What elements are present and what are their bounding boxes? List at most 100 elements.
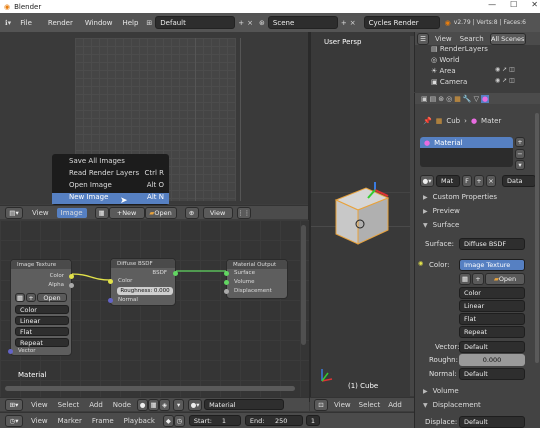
scene-tab-icon[interactable]: ⊛ <box>438 95 444 103</box>
editor-type-node-icon[interactable]: ⊞▾ <box>5 398 23 411</box>
node-horizontal-scrollbar[interactable] <box>5 386 295 391</box>
panel-custom-properties[interactable]: ▶ Custom Properties <box>423 193 497 201</box>
image-browse-icon[interactable]: ▦ <box>15 293 25 302</box>
modifier-tab-icon[interactable]: 🔧 <box>463 95 472 103</box>
view-mode-select[interactable]: View <box>202 206 233 219</box>
roughness-slider[interactable]: 0.000 <box>459 354 525 366</box>
panel-preview[interactable]: ▶ Preview <box>423 207 460 215</box>
material-name-field[interactable]: Material <box>204 399 285 410</box>
pin-icon[interactable]: ⊕ <box>184 206 199 219</box>
menu-item-new-image[interactable]: New Image Alt N <box>52 193 169 204</box>
displace-select[interactable]: Default <box>459 416 525 428</box>
texture-type-icon[interactable]: ▦ <box>148 398 160 411</box>
material-output-header[interactable]: Material Output <box>227 260 287 269</box>
snap-icon[interactable]: ⋮⋮ <box>236 206 251 219</box>
data-tab-icon[interactable]: ▽ <box>474 95 479 103</box>
editor-type-timeline-icon[interactable]: ◷▾ <box>5 414 23 427</box>
bsdf-output-socket[interactable] <box>173 271 178 276</box>
menu-item-read-render-layers[interactable]: Read Render Layers Ctrl R <box>52 169 169 180</box>
diffuse-bsdf-node[interactable]: Diffuse BSDF BSDF Color Roughness: 0.000… <box>108 258 178 306</box>
node-vertical-scrollbar[interactable] <box>301 225 306 345</box>
editor-type-outliner-icon[interactable]: ☰ <box>417 32 429 45</box>
scene-add-icon[interactable]: + <box>341 19 347 27</box>
pin-breadcrumb-icon[interactable]: 📌 <box>423 117 432 125</box>
slot-remove-button[interactable]: − <box>515 149 525 159</box>
panel-displacement[interactable]: ▼ Displacement <box>423 401 481 409</box>
timeline-menu-playback[interactable]: Playback <box>124 417 155 425</box>
node-menu-add[interactable]: Add <box>89 401 103 409</box>
node-extension-select[interactable]: Repeat <box>15 338 69 347</box>
prop-extension-select[interactable]: Repeat <box>459 326 525 338</box>
cube-object[interactable] <box>330 182 392 252</box>
end-frame-field[interactable]: End: 250 <box>244 415 303 426</box>
keyframe-icon[interactable]: ◆ <box>162 414 174 427</box>
diffuse-node-header[interactable]: Diffuse BSDF <box>111 259 175 268</box>
node-projection-select[interactable]: Flat <box>15 327 69 336</box>
viewport-menu-view[interactable]: View <box>334 401 351 409</box>
panel-volume[interactable]: ▶ Volume <box>423 387 459 395</box>
material-name-input[interactable]: Mat <box>436 175 460 187</box>
outliner-menu-search[interactable]: Search <box>460 35 484 43</box>
roughness-field[interactable]: Roughness: 0.000 <box>117 287 173 295</box>
layout-select[interactable]: Default <box>155 16 236 29</box>
surface-input-socket[interactable] <box>224 271 229 276</box>
menu-item-open-image[interactable]: Open Image Alt O <box>52 181 169 192</box>
material-slot-list[interactable]: ● Material <box>420 137 513 167</box>
viewport-menu-select[interactable]: Select <box>359 401 381 409</box>
prop-image-open-button[interactable]: ▰ Open <box>485 273 525 285</box>
minimize-button[interactable]: — <box>488 0 496 9</box>
scene-select[interactable]: Scene <box>267 16 338 29</box>
start-frame-field[interactable]: Start: 1 <box>188 415 241 426</box>
new-image-button[interactable]: + New <box>108 206 145 219</box>
outliner-display-mode[interactable]: All Scenes <box>489 32 526 45</box>
image-open-button[interactable]: Open <box>37 293 67 302</box>
outliner-item-camera[interactable]: ▣ Camera <box>431 78 467 86</box>
preview-range-icon[interactable]: ◷ <box>173 414 185 427</box>
material-slot-selected[interactable]: ● Material <box>420 137 513 148</box>
node-interpolation-select[interactable]: Linear <box>15 316 69 325</box>
3d-viewport[interactable]: User Persp (1) Cube <box>310 32 414 397</box>
outliner-item-renderlayers[interactable]: ▤ RenderLayers <box>431 45 488 53</box>
layout-close-icon[interactable]: × <box>247 19 253 27</box>
prop-projection-select[interactable]: Flat <box>459 313 525 325</box>
world-tab-icon[interactable]: ◎ <box>446 95 452 103</box>
prop-color-space-select[interactable]: Color <box>459 287 525 299</box>
surface-shader-select[interactable]: Diffuse BSDF <box>459 238 525 250</box>
outliner-item-area[interactable]: ☀ Area <box>431 67 456 75</box>
shader-type-icon[interactable]: ● <box>137 398 149 411</box>
material-browse-icon[interactable]: ●▾ <box>188 398 203 411</box>
timeline-menu-marker[interactable]: Marker <box>58 417 82 425</box>
menu-image[interactable]: Image <box>56 207 87 218</box>
menu-window[interactable]: Window <box>85 19 113 27</box>
editor-type-icon[interactable]: ℹ▾ <box>5 19 11 27</box>
prop-image-browse-icon[interactable]: ▦ <box>459 273 471 285</box>
slot-add-button[interactable]: + <box>515 137 525 147</box>
outliner[interactable]: ☰ View Search All Scenes ▤ RenderLayers … <box>414 32 540 92</box>
image-texture-node[interactable]: Image Texture Color Alpha ▦ + Open Color… <box>8 259 74 356</box>
object-tab-icon[interactable]: ▦ <box>454 95 461 103</box>
material-output-node[interactable]: Material Output Surface Volume Displacem… <box>224 259 288 299</box>
scene-icon[interactable]: ⊛ <box>259 19 265 27</box>
layout-icon[interactable]: ⊞ <box>146 19 152 27</box>
menu-file[interactable]: File <box>20 19 32 27</box>
panel-surface[interactable]: ▼ Surface <box>423 221 459 229</box>
normal-select[interactable]: Default <box>459 368 525 380</box>
node-color-space-select[interactable]: Color <box>15 305 69 314</box>
slot-specials-button[interactable]: ▾ <box>515 160 525 170</box>
current-frame-field[interactable]: 1 <box>305 415 320 426</box>
timeline-menu-view[interactable]: View <box>31 417 48 425</box>
menu-item-save-all[interactable]: Save All Images <box>52 157 169 168</box>
material-add-icon[interactable]: + <box>474 175 484 187</box>
compositing-type-icon[interactable]: ◈ <box>159 398 171 411</box>
output-alpha-socket[interactable] <box>69 283 74 288</box>
node-editor[interactable]: Image Texture Color Alpha ▦ + Open Color… <box>0 220 309 397</box>
properties-editor[interactable]: ▣ ▤ ⊛ ◎ ▦ 🔧 ▽ ● 📌 ▦ Cub › ● Mater ● Mater… <box>414 93 540 428</box>
output-color-socket[interactable] <box>69 274 74 279</box>
color-input-select[interactable]: Image Texture <box>459 259 525 271</box>
input-vector-socket[interactable] <box>8 349 13 354</box>
editor-type-3d-icon[interactable]: ⊡ <box>314 398 328 411</box>
menu-help[interactable]: Help <box>122 19 138 27</box>
node-menu-view[interactable]: View <box>31 401 48 409</box>
editor-type-image-icon[interactable]: ▤▾ <box>5 206 23 219</box>
timeline-menu-frame[interactable]: Frame <box>92 417 114 425</box>
